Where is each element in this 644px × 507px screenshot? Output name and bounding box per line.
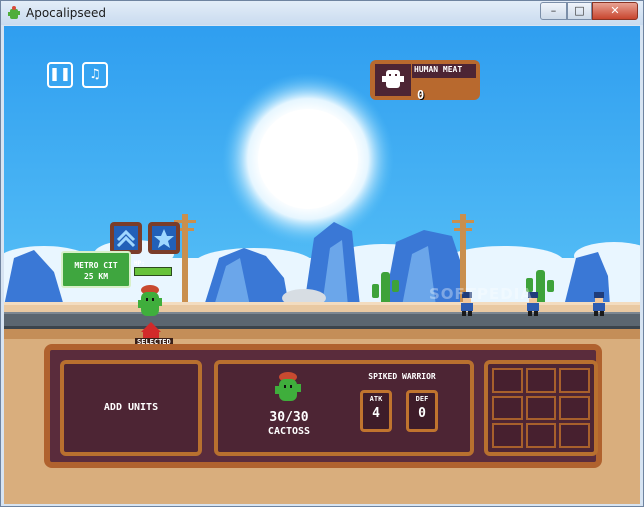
game-viewport[interactable]: ❚❚ ♫ HUMAN MEAT 0 METRO CIT 25 KM HP: SE…	[4, 26, 640, 504]
unit-panel: ADD UNITS 30/30 CACTOSS SPIKED WARRIOR A…	[44, 344, 602, 468]
atk-value: 4	[372, 406, 380, 421]
pause-icon: ❚❚	[49, 67, 71, 82]
unit-name: CACTOSS	[267, 426, 311, 437]
unit-slot[interactable]	[525, 395, 557, 421]
title-bar[interactable]: Apocalipseed – □ ✕	[1, 1, 643, 25]
watermark: SOFTPEDIA	[429, 285, 533, 303]
def-stat: DEF 0	[406, 390, 438, 432]
distance-sign: METRO CIT 25 KM	[61, 251, 131, 288]
def-label: DEF	[415, 395, 429, 403]
unit-slot[interactable]	[492, 368, 523, 393]
unit-info: 30/30 CACTOSS SPIKED WARRIOR ATK 4 DEF 0	[214, 360, 474, 456]
music-icon: ♫	[89, 67, 101, 82]
atk-label: ATK	[369, 395, 383, 403]
add-units-button[interactable]: ADD UNITS	[60, 360, 202, 456]
unit-slot[interactable]	[492, 395, 523, 421]
human-meat-count: 0	[417, 88, 425, 102]
app-icon	[8, 6, 20, 19]
unit-slot[interactable]	[559, 423, 590, 448]
human-meat-label: HUMAN MEAT	[414, 65, 463, 74]
unit-hp: 30/30	[269, 410, 309, 425]
unit-portrait-icon	[275, 372, 301, 401]
unit-hp-bar	[134, 267, 172, 276]
atk-stat: ATK 4	[360, 390, 392, 432]
unit-slot[interactable]	[559, 368, 590, 393]
minimize-button[interactable]: –	[540, 2, 567, 20]
window-title: Apocalipseed	[26, 6, 107, 20]
road	[4, 312, 640, 326]
app-window: Apocalipseed – □ ✕ ❚❚ ♫ HUMAN MEAT 0 MET…	[0, 0, 644, 507]
sign-destination: METRO CIT	[74, 261, 118, 270]
unit-slot[interactable]	[525, 368, 557, 393]
sign-distance: 25 KM	[83, 272, 109, 281]
maximize-button[interactable]: □	[567, 2, 592, 20]
pause-button[interactable]: ❚❚	[47, 62, 73, 88]
unit-slot[interactable]	[559, 395, 590, 421]
unit-slot-grid	[484, 360, 598, 456]
unit-slot[interactable]	[492, 423, 523, 448]
add-units-label: ADD UNITS	[103, 402, 159, 413]
minimize-icon: –	[550, 4, 557, 17]
music-button[interactable]: ♫	[82, 62, 108, 88]
close-icon: ✕	[610, 4, 620, 17]
unit-class: SPIKED WARRIOR	[368, 372, 436, 381]
def-value: 0	[418, 406, 426, 421]
unit-slot[interactable]	[525, 423, 557, 448]
sidewalk	[4, 304, 640, 312]
player-cactus-unit	[138, 285, 162, 316]
hp-label: HP:	[134, 260, 145, 267]
close-button[interactable]: ✕	[592, 2, 638, 20]
maximize-icon: □	[574, 4, 585, 17]
